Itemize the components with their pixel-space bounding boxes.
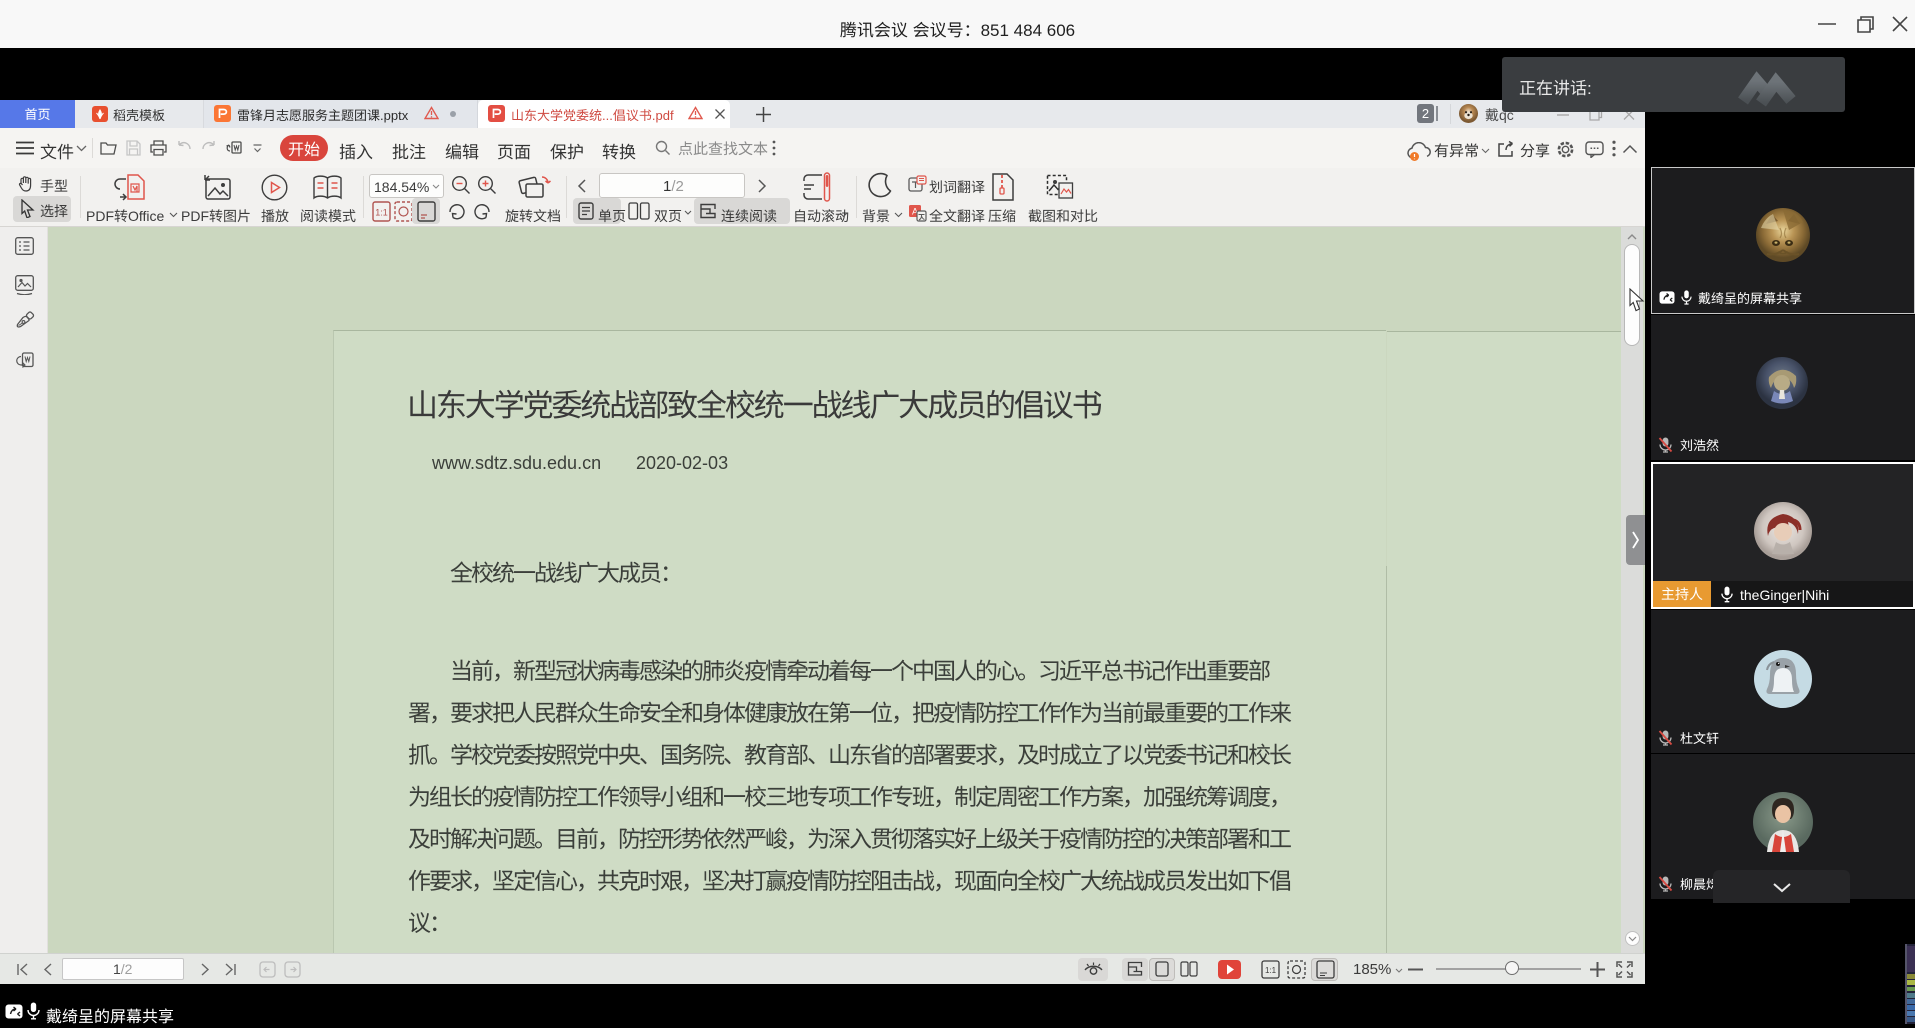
svg-text:1:1: 1:1 bbox=[375, 208, 388, 218]
svg-text:1:1: 1:1 bbox=[1265, 966, 1277, 975]
